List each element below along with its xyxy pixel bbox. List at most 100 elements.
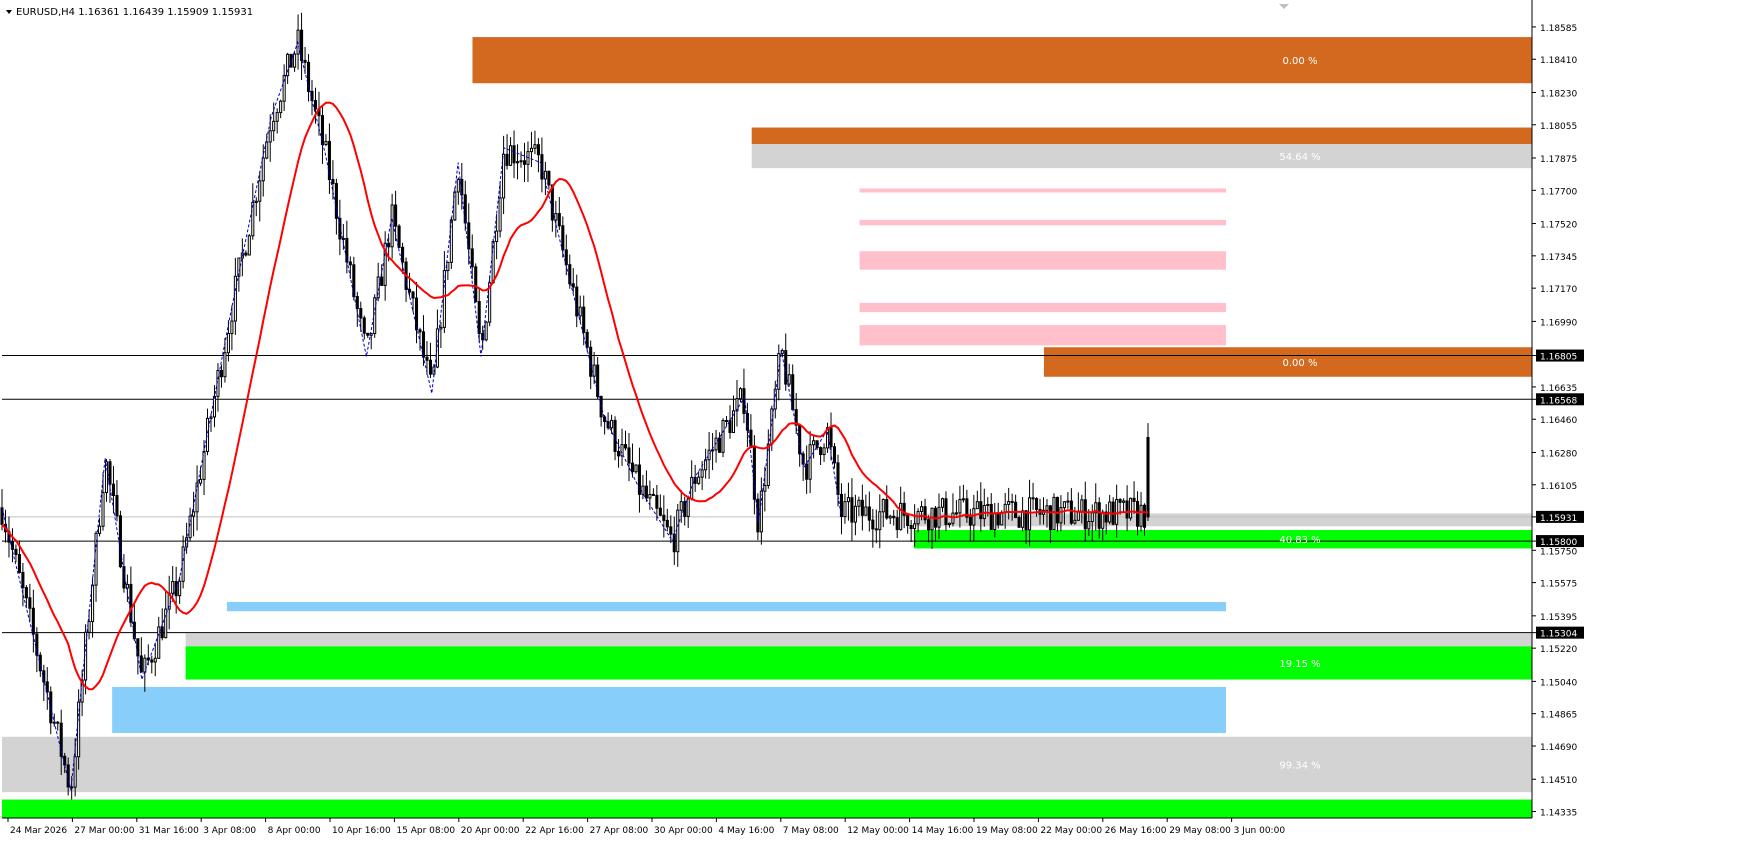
y-tick-label-26: 1.14510	[1540, 776, 1577, 786]
candle-body	[1031, 497, 1035, 500]
candle-body	[930, 507, 934, 531]
candle-body	[21, 571, 25, 589]
candle-body	[763, 484, 767, 492]
candle-body	[846, 497, 850, 503]
candle-body	[662, 514, 666, 521]
candle-body	[909, 524, 913, 530]
candle-body	[1139, 504, 1143, 527]
zone-green-16	[2, 799, 1532, 818]
candle-body	[616, 450, 621, 457]
candle-body	[996, 512, 1000, 526]
candle-body	[348, 261, 352, 266]
y-tick-label-27: 1.14335	[1540, 809, 1577, 819]
candle-body	[509, 145, 513, 166]
candle-body	[975, 501, 979, 510]
candle-body	[993, 512, 997, 531]
candle-body	[153, 657, 157, 663]
candle-body	[233, 275, 237, 322]
candle-body	[28, 597, 32, 609]
candle-body	[247, 235, 251, 256]
candle-body	[164, 608, 168, 639]
candle-body	[394, 204, 398, 227]
candle-body	[1087, 521, 1091, 530]
candle-body	[547, 170, 551, 186]
y-tick-label-14: 1.16280	[1540, 449, 1577, 459]
candle-body	[920, 506, 924, 512]
y-tick-label-12: 1.16568	[1540, 396, 1577, 406]
candle-body	[362, 317, 366, 334]
candle-body	[359, 308, 363, 319]
candle-body	[843, 501, 847, 517]
candle-body	[947, 522, 951, 526]
candle-body	[564, 249, 568, 266]
candle-body	[1014, 501, 1018, 519]
candle-body	[979, 501, 983, 520]
candle-body	[428, 359, 432, 375]
candle-body	[143, 657, 147, 673]
y-tick-label-16: 1.15931	[1540, 514, 1577, 524]
candle-body	[805, 463, 809, 480]
candle-body	[613, 419, 617, 452]
x-tick-label-11: 4 May 16:00	[718, 826, 774, 836]
candle-body	[623, 444, 628, 449]
candle-body	[31, 607, 35, 635]
candle-body	[822, 447, 826, 456]
candle-body	[711, 449, 715, 452]
candle-body	[648, 493, 652, 499]
candle-body	[498, 197, 502, 232]
chart-window[interactable]: 0.00 % 54.64 % 0.00 % 40.83 % 19.15 % 99.34 %…	[0, 0, 1751, 841]
zone-label-10: 40.83 %	[1279, 535, 1320, 546]
zone-blue-11	[226, 602, 1226, 612]
candle-body	[857, 499, 861, 507]
candle-body	[641, 485, 645, 495]
candle-body	[676, 509, 680, 553]
candle-body	[272, 120, 276, 132]
x-tick-label-5: 10 Apr 16:00	[332, 826, 391, 836]
candle-body	[477, 301, 481, 335]
candle-body	[1132, 497, 1136, 502]
y-tick-label-18: 1.15750	[1540, 547, 1577, 557]
candle-body	[878, 511, 882, 531]
candle-body	[836, 462, 840, 495]
candle-body	[512, 145, 516, 164]
candle-body	[533, 144, 537, 149]
candle-body	[867, 506, 871, 521]
candle-body	[17, 554, 21, 573]
candle-body	[944, 498, 948, 526]
candle-body	[1069, 500, 1073, 524]
candle-body	[111, 483, 116, 497]
candle-body	[871, 519, 875, 530]
candle-body	[1142, 504, 1147, 528]
candle-body	[571, 283, 575, 288]
candle-body	[1059, 507, 1063, 524]
candle-body	[139, 655, 143, 673]
candle-body	[502, 153, 506, 199]
candle-body	[554, 213, 558, 221]
candle-body	[718, 437, 722, 453]
candle-body	[721, 420, 725, 453]
x-tick-label-3: 3 Apr 08:00	[203, 826, 256, 836]
candle-body	[324, 140, 328, 146]
candle-body	[582, 306, 586, 333]
x-tick-label-16: 22 May 00:00	[1040, 826, 1102, 836]
zone-blue-14	[112, 686, 1226, 734]
candle-body	[536, 144, 540, 156]
candle-body	[1017, 517, 1021, 528]
candle-body	[1055, 496, 1059, 524]
candle-body	[160, 626, 164, 639]
candle-body	[923, 506, 927, 521]
y-tick-label-15: 1.16105	[1540, 482, 1577, 492]
price-chart[interactable]: 0.00 % 54.64 % 0.00 % 40.83 % 19.15 % 99.34 %…	[0, 0, 1751, 841]
candle-body	[387, 242, 391, 248]
x-tick-label-10: 30 Apr 00:00	[654, 826, 713, 836]
y-tick-label-23: 1.15040	[1540, 678, 1577, 688]
y-tick-label-19: 1.15575	[1540, 580, 1577, 590]
x-tick-label-14: 14 May 16:00	[912, 826, 974, 836]
candle-body	[474, 266, 478, 303]
candle-body	[808, 444, 812, 480]
candle-body	[637, 464, 641, 495]
x-tick-label-7: 20 Apr 00:00	[461, 826, 520, 836]
zone-pink-3	[859, 188, 1226, 193]
candle-body	[279, 100, 283, 114]
candle-body	[1108, 501, 1112, 523]
